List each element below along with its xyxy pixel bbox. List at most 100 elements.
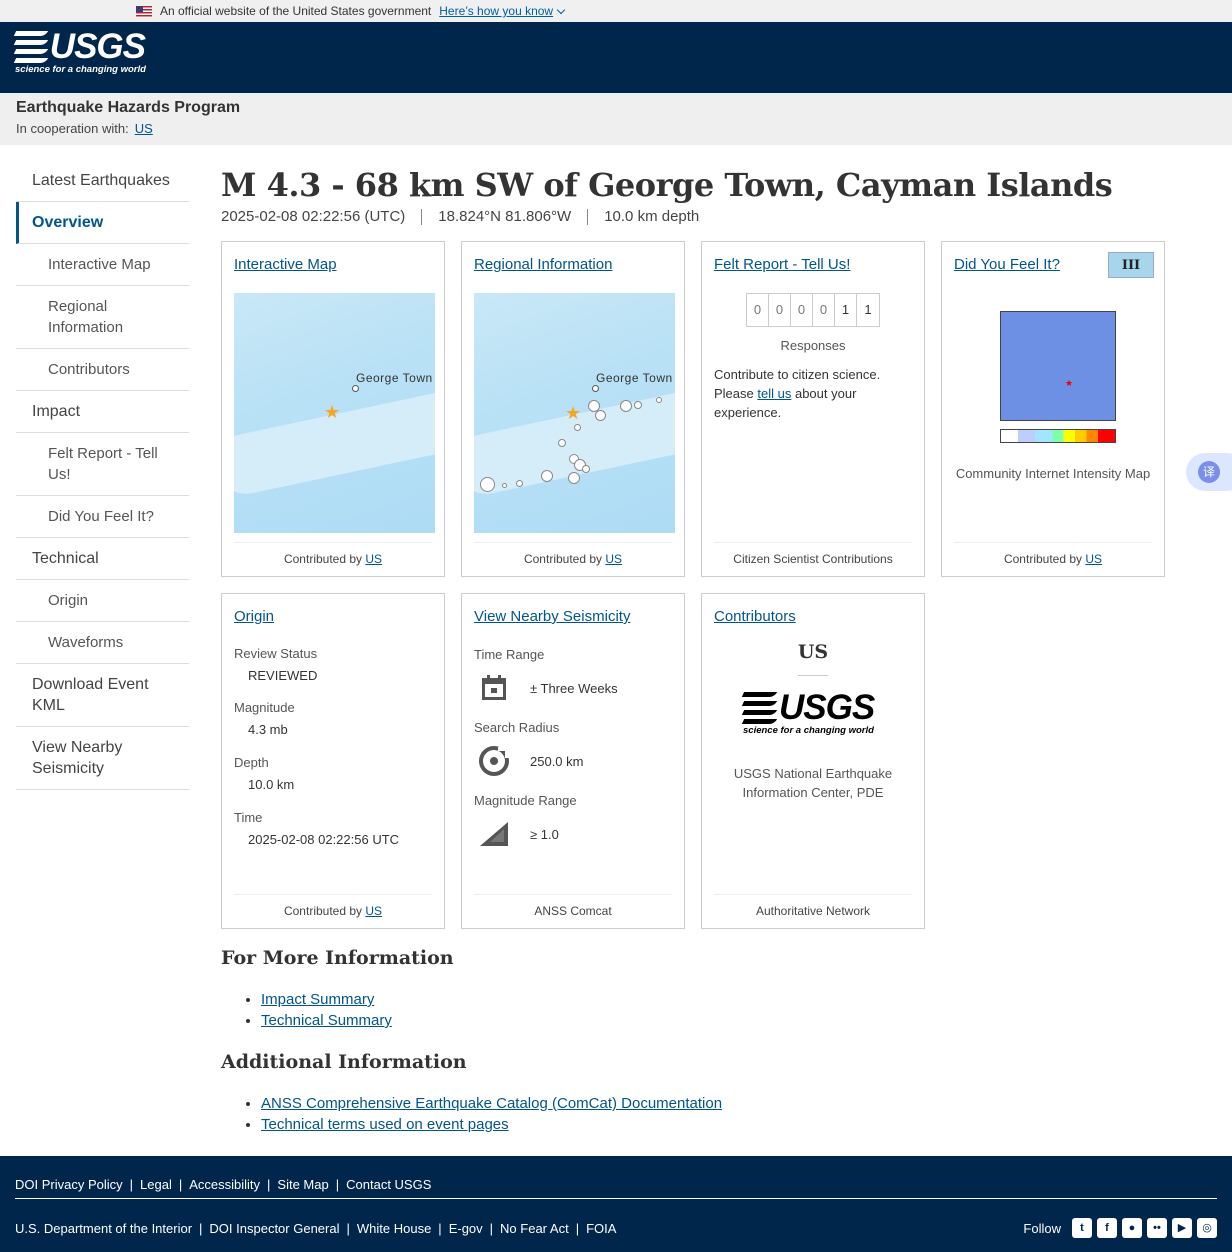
search-radius-value: 250.0 km xyxy=(530,753,584,769)
event-main: M 4.3 - 68 km SW of George Town, Cayman … xyxy=(221,166,1181,1135)
contributed-by-us-link[interactable]: US xyxy=(365,904,382,918)
nav-origin[interactable]: Origin xyxy=(16,580,189,622)
doi-link[interactable]: U.S. Department of the Interior xyxy=(15,1221,192,1236)
event-meta: 2025-02-08 02:22:56 (UTC) 18.824°N 81.80… xyxy=(221,209,1181,225)
flickr-icon[interactable]: •• xyxy=(1147,1218,1167,1238)
nav-technical[interactable]: Technical xyxy=(16,538,189,580)
usgs-waves-icon xyxy=(741,692,778,724)
magnitude-range-value: ≥ 1.0 xyxy=(530,826,559,842)
responses-label: Responses xyxy=(780,338,846,353)
logo-wordmark: USGS xyxy=(779,688,875,727)
twitter-icon[interactable]: t xyxy=(1072,1218,1092,1238)
card-footer: Contributed by US xyxy=(234,542,432,566)
contributed-by-us-link[interactable]: US xyxy=(365,552,382,566)
additional-information-list: ANSS Comprehensive Earthquake Catalog (C… xyxy=(261,1093,1181,1135)
intensity-map-caption: Community Internet Intensity Map xyxy=(955,466,1151,481)
responses-counter: 0 0 0 0 1 1 xyxy=(746,293,880,327)
tell-us-link[interactable]: tell us xyxy=(757,386,791,401)
technical-summary-link[interactable]: Technical Summary xyxy=(261,1012,392,1029)
nav-felt-report[interactable]: Felt Report - Tell Us! xyxy=(16,433,189,496)
magnitude-label: Magnitude xyxy=(234,700,295,715)
nav-contributors[interactable]: Contributors xyxy=(16,349,189,391)
nav-regional-information[interactable]: Regional Information xyxy=(16,286,189,349)
nav-impact[interactable]: Impact xyxy=(16,391,189,433)
historic-quake-marker xyxy=(634,401,642,409)
view-nearby-seismicity-link[interactable]: View Nearby Seismicity xyxy=(474,608,630,625)
translate-widget[interactable]: 译 xyxy=(1186,453,1232,491)
additional-information-heading: Additional Information xyxy=(221,1051,467,1073)
event-sidebar-nav: Latest Earthquakes Overview Interactive … xyxy=(16,160,189,790)
comcat-documentation-link[interactable]: ANSS Comprehensive Earthquake Catalog (C… xyxy=(261,1095,722,1112)
more-information-heading: For More Information xyxy=(221,947,454,969)
site-footer: DOI Privacy Policy | Legal | Accessibility… xyxy=(0,1156,1232,1252)
cooperation-us-link[interactable]: US xyxy=(135,121,153,136)
chevron-down-icon xyxy=(556,5,566,15)
usgs-logo[interactable]: USGS science for a changing world xyxy=(13,27,146,75)
doi-privacy-policy-link[interactable]: DOI Privacy Policy xyxy=(15,1177,123,1198)
map-label-george-town: George Town xyxy=(596,371,673,385)
us-flag-icon xyxy=(136,5,152,17)
historic-quake-marker xyxy=(516,480,523,487)
intensity-legend-bar xyxy=(1000,429,1116,443)
nav-view-nearby-seismicity[interactable]: View Nearby Seismicity xyxy=(16,727,189,790)
event-depth: 10.0 km depth xyxy=(587,209,715,225)
historic-quake-marker xyxy=(568,472,580,484)
accessibility-link[interactable]: Accessibility xyxy=(189,1177,260,1198)
counter-digit: 1 xyxy=(864,302,872,317)
card-footer: Authoritative Network xyxy=(714,894,912,918)
nav-did-you-feel-it[interactable]: Did You Feel It? xyxy=(16,496,189,538)
calendar-icon xyxy=(474,668,514,708)
map-label-george-town: George Town xyxy=(356,371,433,385)
city-marker-icon xyxy=(352,385,359,392)
foia-link[interactable]: FOIA xyxy=(586,1221,616,1236)
felt-report-link[interactable]: Felt Report - Tell Us! xyxy=(714,256,850,273)
depth-value: 10.0 km xyxy=(248,777,295,792)
nav-download-kml[interactable]: Download Event KML xyxy=(16,664,189,727)
origin-link[interactable]: Origin xyxy=(234,608,274,625)
review-status-label: Review Status xyxy=(234,646,318,661)
youtube-icon[interactable]: ▶ xyxy=(1172,1218,1192,1238)
github-icon[interactable]: ● xyxy=(1122,1218,1142,1238)
nav-waveforms[interactable]: Waveforms xyxy=(16,622,189,664)
event-cards: Interactive Map George Town ★ Contribute… xyxy=(221,241,1181,929)
did-you-feel-it-link[interactable]: Did You Feel It? xyxy=(954,256,1060,273)
nav-latest-earthquakes[interactable]: Latest Earthquakes xyxy=(16,160,189,202)
translate-icon: 译 xyxy=(1198,461,1220,483)
logo-tagline: science for a changing world xyxy=(15,64,146,75)
doi-inspector-general-link[interactable]: DOI Inspector General xyxy=(209,1221,339,1236)
nav-overview[interactable]: Overview xyxy=(16,202,189,244)
contributors-link[interactable]: Contributors xyxy=(714,608,796,625)
nav-interactive-map[interactable]: Interactive Map xyxy=(16,244,189,286)
contact-usgs-link[interactable]: Contact USGS xyxy=(346,1177,431,1198)
card-regional-information: Regional Information George Town ★ Contr… xyxy=(461,241,685,577)
interactive-map-thumbnail[interactable]: George Town ★ xyxy=(234,293,435,533)
contributed-by-us-link[interactable]: US xyxy=(605,552,622,566)
site-map-link[interactable]: Site Map xyxy=(277,1177,328,1198)
time-label: Time xyxy=(234,810,263,825)
facebook-icon[interactable]: f xyxy=(1097,1218,1117,1238)
technical-terms-link[interactable]: Technical terms used on event pages xyxy=(261,1116,509,1133)
contributed-by-us-link[interactable]: US xyxy=(1085,552,1102,566)
interactive-map-link[interactable]: Interactive Map xyxy=(234,256,337,273)
more-information-list: Impact Summary Technical Summary xyxy=(261,989,1181,1031)
epicenter-star-icon: ★ xyxy=(565,403,582,423)
magnitude-range-label: Magnitude Range xyxy=(474,793,577,808)
e-gov-link[interactable]: E-gov xyxy=(449,1221,483,1236)
logo-wordmark: USGS xyxy=(49,27,146,66)
legal-link[interactable]: Legal xyxy=(140,1177,172,1198)
counter-digit: 0 xyxy=(791,294,813,326)
depth-label: Depth xyxy=(234,755,269,770)
time-range-value: ± Three Weeks xyxy=(530,680,618,696)
regional-information-link[interactable]: Regional Information xyxy=(474,256,612,273)
social-links: Follow t f ● •• ▶ ◎ xyxy=(1023,1218,1217,1238)
contributor-name: US xyxy=(797,641,829,663)
impact-summary-link[interactable]: Impact Summary xyxy=(261,991,374,1008)
event-time: 2025-02-08 02:22:56 (UTC) xyxy=(221,208,406,225)
no-fear-act-link[interactable]: No Fear Act xyxy=(500,1221,569,1236)
white-house-link[interactable]: White House xyxy=(357,1221,431,1236)
heres-how-you-know-link[interactable]: Here’s how you know xyxy=(439,4,566,18)
instagram-icon[interactable]: ◎ xyxy=(1197,1218,1217,1238)
intensity-map-thumbnail[interactable]: ★ xyxy=(988,293,1118,443)
regional-map-thumbnail[interactable]: George Town ★ xyxy=(474,293,675,533)
historic-quake-marker xyxy=(558,439,566,447)
